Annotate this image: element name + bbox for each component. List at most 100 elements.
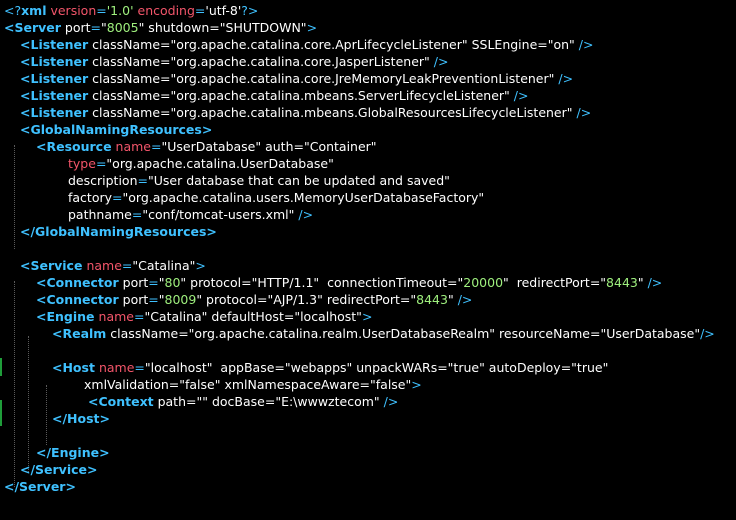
code-token: className="org.apache.catalina.mbeans.Se… [88, 88, 514, 103]
code-token: className="org.apache.catalina.mbeans.Gl… [88, 105, 577, 120]
code-token: "org.apache.catalina.users.MemoryUserDat… [122, 190, 485, 205]
code-token: > [306, 20, 318, 35]
code-token: </Server> [4, 479, 76, 494]
indent-guide [14, 281, 15, 487]
code-line[interactable]: factory="org.apache.catalina.users.Memor… [68, 189, 484, 206]
code-token: port [118, 275, 149, 290]
code-token: name [115, 139, 151, 154]
code-token: /> [513, 88, 529, 103]
code-line[interactable]: description="User database that can be u… [68, 172, 450, 189]
code-token: <Listener [20, 71, 89, 86]
code-editor[interactable]: <?xml version='1.0' encoding='utf-8'?> <S… [0, 0, 736, 520]
code-token: xmlValidation="false" xmlNamespaceAware=… [84, 377, 412, 392]
code-token: name [98, 360, 135, 375]
code-line[interactable]: </Host> [52, 410, 110, 427]
code-token: " [637, 275, 648, 290]
code-token: <Resource [36, 139, 112, 154]
code-token: = [133, 309, 145, 324]
code-token: type [68, 156, 96, 171]
code-token: <Host [52, 360, 95, 375]
code-token: 8005 [106, 20, 139, 35]
code-token: /> [576, 105, 592, 120]
code-token: <Listener [20, 37, 89, 52]
code-line[interactable]: <Listener className="org.apache.catalina… [20, 104, 591, 121]
code-line[interactable]: <Resource name="UserDatabase" auth="Cont… [36, 138, 377, 155]
code-token: = [194, 3, 206, 18]
code-token: </Service> [20, 462, 98, 477]
code-token: <Listener [20, 54, 89, 69]
change-marker [0, 358, 2, 376]
code-line[interactable]: <Context path="" docBase="E:\wwwztecom" … [84, 393, 398, 410]
code-token: "localhost" appBase="webapps" unpackWARs… [144, 360, 609, 375]
code-line[interactable]: <Realm className="org.apache.catalina.re… [52, 325, 715, 342]
code-token: "UserDatabase" auth="Container" [161, 139, 377, 154]
code-token: " [447, 292, 458, 307]
code-token: <GlobalNamingResources> [20, 122, 213, 137]
code-line[interactable]: <Listener className="org.apache.catalina… [20, 53, 448, 70]
code-token: " protocol="AJP/1.3" redirectPort=" [196, 292, 417, 307]
code-token: <Realm [52, 326, 107, 341]
code-token: factory [68, 190, 113, 205]
code-token: pathname [68, 207, 132, 222]
code-token: ?> [241, 3, 259, 18]
code-line[interactable]: <Service name="Catalina"> [20, 257, 206, 274]
code-line[interactable]: <Listener className="org.apache.catalina… [20, 36, 593, 53]
code-token: className="org.apache.catalina.realm.Use… [106, 326, 701, 341]
code-line[interactable]: <Connector port= " 80" protocol="HTTP/1.1"… [36, 274, 662, 291]
code-token: "User database that can be updated and s… [148, 173, 450, 188]
code-token: 80 [164, 275, 181, 290]
code-token: /> [298, 207, 314, 222]
code-line[interactable]: <Listener className="org.apache.catalina… [20, 70, 573, 87]
code-token: '1.0' [106, 3, 134, 18]
code-token: = [90, 20, 102, 35]
code-token: "Catalina" defaultHost="localhost" [144, 309, 362, 324]
code-token: 'utf-8' [205, 3, 242, 18]
code-token: <? [4, 3, 22, 18]
code-token: /> [700, 326, 715, 341]
code-token: version [50, 3, 97, 18]
code-line[interactable]: <Server port="8005" shutdown="SHUTDOWN"> [4, 19, 317, 36]
code-token: = [95, 156, 107, 171]
code-token: "org.apache.catalina.UserDatabase" [106, 156, 334, 171]
code-line[interactable]: type="org.apache.catalina.UserDatabase" [68, 155, 334, 172]
code-token: <Connector [36, 292, 119, 307]
code-line[interactable]: <Host name="localhost" appBase="webapps"… [52, 359, 608, 376]
code-line[interactable]: <Engine name="Catalina" defaultHost="loc… [36, 308, 372, 325]
code-token: 8443 [416, 292, 448, 307]
code-line[interactable]: pathname="conf/tomcat-users.xml" /> [68, 206, 313, 223]
code-token: <Listener [20, 88, 89, 103]
code-token: > [361, 309, 373, 324]
code-line[interactable]: <Connector port= " 8009" protocol="AJP/1.3… [36, 291, 472, 308]
code-line[interactable]: xmlValidation="false" xmlNamespaceAware=… [84, 376, 422, 393]
code-token: " redirectPort=" [503, 275, 607, 290]
code-token: = [112, 190, 123, 205]
code-line[interactable]: </Server> [4, 478, 76, 495]
code-line[interactable]: <?xml version='1.0' encoding='utf-8'?> [4, 2, 258, 19]
code-token: <Listener [20, 105, 89, 120]
code-line[interactable]: </GlobalNamingResources> [20, 223, 217, 240]
code-token: /> [457, 292, 473, 307]
code-token: </Engine> [36, 445, 110, 460]
code-token: = [96, 3, 107, 18]
code-token: path="" docBase="E:\wwwztecom" [153, 394, 384, 409]
code-token: <Context [87, 394, 154, 409]
code-token: </GlobalNamingResources> [20, 224, 217, 239]
code-token: 8009 [164, 292, 197, 307]
code-token: xml [21, 3, 47, 18]
code-token: <Server [4, 20, 61, 35]
code-token: <Engine [36, 309, 95, 324]
code-token: " protocol="HTTP/1.1" connectionTimeout=… [180, 275, 464, 290]
code-token: = [134, 360, 145, 375]
code-line[interactable]: </Service> [20, 461, 97, 478]
code-token: <Service [20, 258, 83, 273]
code-token: > [411, 377, 422, 392]
code-line[interactable]: <GlobalNamingResources> [20, 121, 212, 138]
code-token: className="org.apache.catalina.core.JreM… [88, 71, 559, 86]
code-token: = [148, 292, 159, 307]
code-line[interactable]: </Engine> [36, 444, 110, 461]
code-line[interactable]: <Listener className="org.apache.catalina… [20, 87, 528, 104]
code-token: port [60, 20, 91, 35]
code-token: /> [383, 394, 399, 409]
code-token: = [131, 207, 143, 222]
code-token: 20000 [463, 275, 504, 290]
